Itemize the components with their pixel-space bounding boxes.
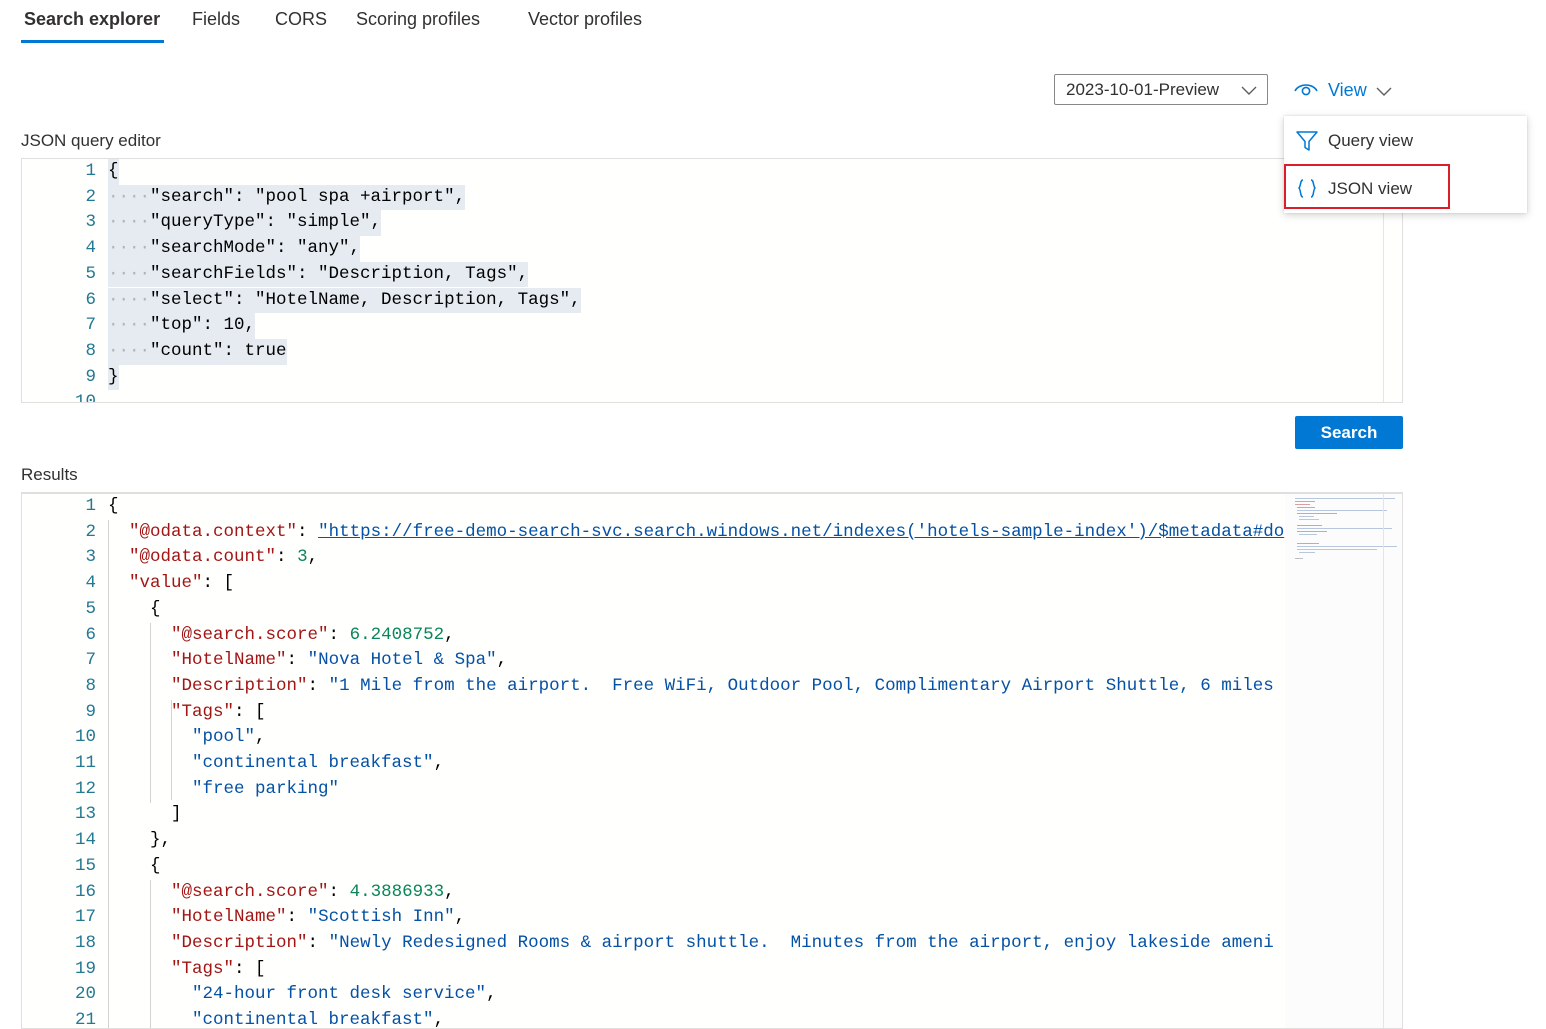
line-number: 21: [74, 1010, 96, 1029]
code-line: "24-hour front desk service",: [192, 984, 497, 1005]
braces-icon: [1295, 177, 1319, 206]
results-scrollbar[interactable]: [1383, 494, 1384, 1028]
code-line: }: [108, 364, 119, 391]
code-line: "Description": "Newly Redesigned Rooms &…: [171, 932, 1274, 953]
line-number: 1: [85, 496, 96, 516]
code-line: ]: [108, 804, 182, 825]
line-number: 20: [74, 984, 96, 1005]
code-line: {: [108, 159, 119, 185]
line-number: 2: [85, 521, 96, 542]
code-line: "continental breakfast",: [192, 1010, 445, 1029]
view-menu: Query view JSON view: [1284, 116, 1527, 213]
code-line: ····"queryType": "simple",: [108, 210, 382, 237]
code-line: "@odata.count": 3,: [129, 547, 319, 568]
menu-item-label: JSON view: [1328, 179, 1413, 198]
query-editor-label: JSON query editor: [21, 131, 161, 150]
tab-vector-profiles[interactable]: Vector profiles: [528, 9, 642, 30]
line-number: 9: [85, 701, 96, 722]
code-line: "Description": "1 Mile from the airport.…: [171, 675, 1274, 696]
menu-item-query-view[interactable]: Query view: [1284, 118, 1527, 164]
line-number: 19: [74, 958, 96, 979]
code-line: {: [108, 855, 161, 876]
line-number: 17: [74, 907, 96, 928]
code-line: "value": [: [129, 573, 235, 594]
line-number: 12: [74, 778, 96, 799]
tab-cors[interactable]: CORS: [275, 9, 327, 30]
chevron-down-icon: [1241, 83, 1257, 101]
code-line: "Tags": [: [171, 958, 266, 979]
tab-fields[interactable]: Fields: [192, 9, 240, 30]
code-line: },: [108, 830, 172, 851]
line-number: 8: [85, 675, 96, 696]
line-number: 2: [85, 186, 96, 207]
line-number: 11: [74, 753, 96, 773]
line-number: 7: [85, 650, 96, 671]
code-line: "@search.score": 6.2408752,: [171, 624, 455, 645]
line-number: 6: [85, 624, 96, 645]
eye-icon: [1293, 79, 1319, 106]
line-number: 16: [74, 881, 96, 902]
json-query-editor[interactable]: 1 2 3 4 5 6 7 8 9 10 { ····"search": "po…: [21, 158, 1403, 403]
line-number: 15: [74, 855, 96, 876]
code-line: "@search.score": 4.3886933,: [171, 881, 455, 902]
menu-item-json-view[interactable]: JSON view: [1284, 166, 1527, 212]
code-line: "@odata.context": "https://free-demo-sea…: [129, 521, 1285, 542]
code-line: "HotelName": "Nova Hotel & Spa",: [171, 650, 508, 671]
code-line: ····"select": "HotelName, Description, T…: [108, 287, 581, 314]
tab-search-explorer[interactable]: Search explorer: [24, 9, 160, 30]
chevron-down-icon: [1376, 84, 1392, 102]
code-line: {: [108, 598, 161, 619]
line-number: 5: [85, 598, 96, 619]
code-line: ····"search": "pool spa +airport",: [108, 184, 466, 211]
active-tab-indicator: [21, 40, 164, 43]
code-line: ····"top": 10,: [108, 313, 256, 339]
api-version-value: 2023-10-01-Preview: [1066, 80, 1220, 99]
code-line: "Tags": [: [171, 701, 266, 722]
line-number: 3: [85, 547, 96, 568]
line-number: 9: [85, 366, 96, 387]
line-number: 4: [85, 238, 96, 259]
line-number: 10: [74, 727, 96, 748]
tab-scoring-profiles[interactable]: Scoring profiles: [356, 9, 480, 30]
line-number: 10: [74, 392, 96, 403]
line-number: 8: [85, 340, 96, 361]
results-viewer[interactable]: 1 2 3 4 5 6 7 8 9 10 11 12 13 14 15 16 1…: [21, 492, 1403, 1029]
line-number: 18: [74, 932, 96, 953]
code-line: {: [108, 496, 119, 516]
code-line: ····"searchMode": "any",: [108, 236, 361, 262]
code-line: ····"searchFields": "Description, Tags",: [108, 261, 529, 288]
line-number: 14: [74, 830, 96, 851]
code-line: "pool",: [192, 727, 266, 748]
line-number: 4: [85, 573, 96, 594]
code-line: "continental breakfast",: [192, 753, 445, 773]
menu-item-label: Query view: [1328, 131, 1414, 150]
minimap[interactable]: [1285, 494, 1402, 1028]
line-number: 7: [85, 315, 96, 336]
line-number: 3: [85, 212, 96, 233]
filter-icon: [1295, 129, 1319, 158]
line-number: 13: [74, 804, 96, 825]
line-number: 1: [85, 161, 96, 181]
view-button[interactable]: View: [1293, 78, 1403, 104]
api-version-dropdown[interactable]: 2023-10-01-Preview: [1054, 74, 1268, 105]
search-button[interactable]: Search: [1295, 416, 1403, 449]
code-line: "free parking": [192, 778, 340, 799]
tab-bar: Search explorer Fields CORS Scoring prof…: [0, 0, 1546, 44]
line-number: 5: [85, 263, 96, 284]
line-number: 6: [85, 289, 96, 310]
code-line: "HotelName": "Scottish Inn",: [171, 907, 466, 928]
code-line: ····"count": true: [108, 338, 287, 365]
view-button-label: View: [1328, 80, 1367, 100]
results-label: Results: [21, 465, 78, 484]
